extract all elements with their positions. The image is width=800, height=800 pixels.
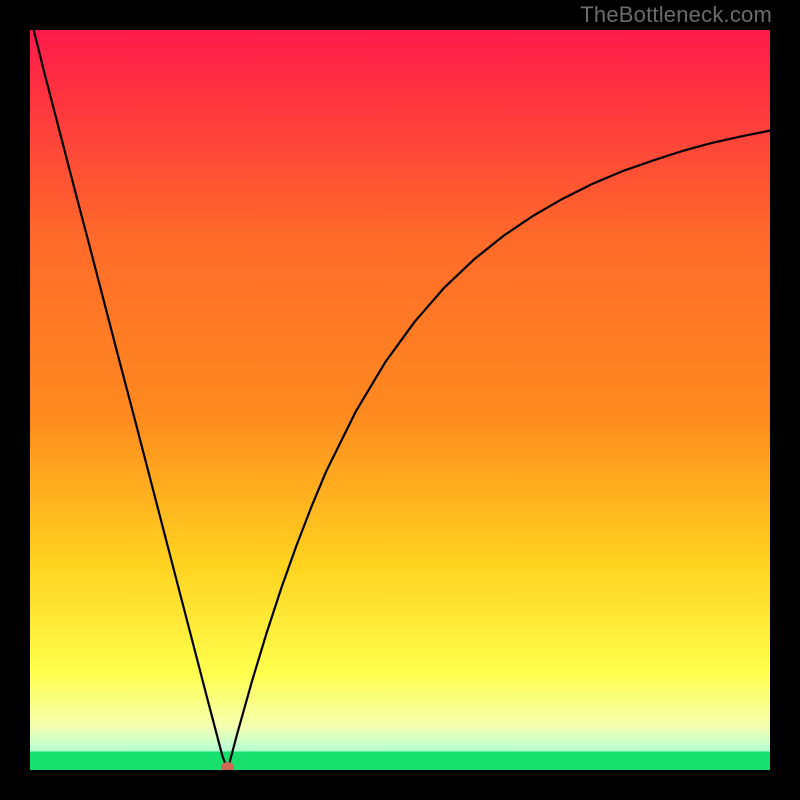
green-band [30, 752, 770, 771]
watermark-text: TheBottleneck.com [580, 2, 772, 28]
gradient-background [30, 30, 770, 770]
chart-container: TheBottleneck.com [0, 0, 800, 800]
chart-svg [30, 30, 770, 770]
plot-area [30, 30, 770, 770]
